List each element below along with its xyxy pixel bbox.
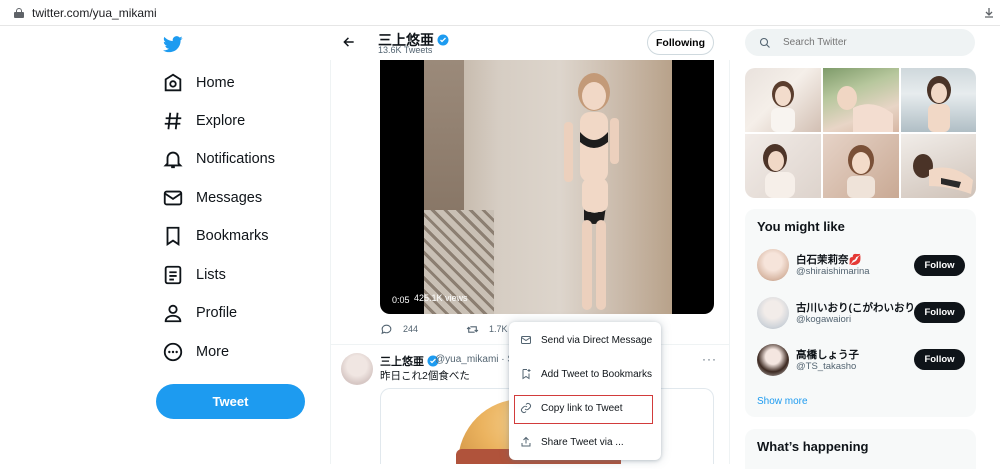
media-thumbnail[interactable] [901, 68, 976, 132]
reply-icon [381, 324, 392, 334]
hashtag-icon [164, 112, 182, 130]
video-view-count: 425.1K views [414, 293, 468, 303]
tweet-text: 昨日これ2個食べた [380, 370, 470, 382]
nav-explore-label: Explore [196, 113, 246, 129]
reply-count: 244 [403, 324, 419, 334]
avatar[interactable] [757, 297, 789, 329]
nav-lists-label: Lists [196, 267, 226, 283]
bookmark-add-icon [522, 369, 531, 380]
nav-messages-label: Messages [196, 190, 263, 206]
nav-profile-label: Profile [196, 305, 238, 321]
nav-home-label: Home [196, 75, 235, 91]
person-icon [164, 304, 182, 323]
verified-badge-icon [437, 34, 449, 46]
reply-action[interactable]: 244 [380, 322, 418, 336]
more-options-icon[interactable]: ··· [702, 352, 717, 366]
tweet-author-handle[interactable]: @yua_mikami · S [435, 354, 514, 365]
share-context-menu: Send via Direct Message Add Tweet to Boo… [509, 322, 661, 460]
lock-icon [14, 7, 24, 18]
who-to-follow-title: You might like [757, 219, 845, 234]
suggest-user-handle[interactable]: @kogawaiori [796, 314, 851, 325]
nav-more-label: More [196, 344, 230, 360]
show-more-link[interactable]: Show more [757, 396, 808, 407]
nav-notifications[interactable]: Notifications [160, 144, 275, 174]
avatar[interactable] [757, 344, 789, 376]
download-icon[interactable] [984, 7, 994, 19]
following-button[interactable]: Following [647, 30, 714, 55]
search-bar[interactable] [745, 29, 975, 56]
more-circle-icon [163, 342, 183, 362]
follow-button[interactable]: Follow [914, 255, 965, 276]
home-icon [164, 73, 182, 92]
search-icon [759, 37, 770, 48]
nav-messages[interactable]: Messages [160, 183, 262, 213]
video-frame [424, 60, 672, 314]
nav-more[interactable]: More [160, 337, 229, 367]
media-thumbnail[interactable] [745, 134, 821, 198]
menu-share-via-label: Share Tweet via ... [541, 436, 624, 448]
video-subject-image [564, 73, 619, 310]
whats-happening-title: What’s happening [757, 439, 869, 454]
nav-explore[interactable]: Explore [160, 106, 245, 136]
twitter-bird-icon[interactable] [163, 36, 183, 53]
nav-lists[interactable]: Lists [160, 260, 226, 290]
media-thumbnail[interactable] [823, 68, 899, 132]
bookmark-icon [166, 226, 180, 246]
menu-send-dm-label: Send via Direct Message [541, 334, 653, 346]
retweet-action[interactable]: 1.7K [466, 322, 508, 336]
suggest-user-name[interactable]: 古川いおり(こがわいおり [796, 300, 915, 315]
menu-share-via[interactable]: Share Tweet via ... [509, 425, 661, 459]
avatar[interactable] [757, 249, 789, 281]
suggest-user-name[interactable]: 白石茉莉奈💋 [796, 252, 862, 267]
share-icon [521, 436, 531, 447]
follow-button[interactable]: Follow [914, 302, 965, 323]
suggest-user-name[interactable]: 高橋しょう子 [796, 347, 859, 362]
media-thumbnail[interactable] [823, 134, 899, 198]
tweet-button[interactable]: Tweet [156, 384, 305, 419]
tweet-author-name[interactable]: 三上悠亜 [380, 353, 439, 369]
media-grid [745, 68, 976, 198]
envelope-icon [163, 190, 183, 206]
nav-profile[interactable]: Profile [160, 298, 237, 328]
nav-bookmarks[interactable]: Bookmarks [160, 221, 269, 251]
search-input[interactable] [783, 37, 953, 48]
tweet-count: 13.6K Tweets [378, 45, 433, 55]
nav-bookmarks-label: Bookmarks [196, 228, 269, 244]
browser-address-bar[interactable]: twitter.com/yua_mikami [0, 0, 1000, 26]
media-thumbnail[interactable] [901, 134, 976, 198]
menu-add-bookmark[interactable]: Add Tweet to Bookmarks [509, 357, 661, 391]
follow-button[interactable]: Follow [914, 349, 965, 370]
retweet-count: 1.7K [489, 324, 508, 334]
video-player[interactable] [380, 60, 714, 314]
highlight-annotation-box [514, 395, 653, 424]
nav-notifications-label: Notifications [196, 151, 275, 167]
tweet-author-name-text: 三上悠亜 [380, 356, 424, 368]
suggest-user-handle[interactable]: @TS_takasho [796, 361, 856, 372]
retweet-icon [466, 325, 479, 333]
bell-icon [163, 151, 183, 169]
back-arrow-icon[interactable] [342, 35, 358, 51]
menu-send-dm[interactable]: Send via Direct Message [509, 323, 661, 357]
url-text[interactable]: twitter.com/yua_mikami [32, 6, 157, 20]
avatar[interactable] [341, 353, 373, 385]
nav-home[interactable]: Home [160, 68, 235, 98]
video-timestamp: 0:05 [388, 293, 414, 307]
media-thumbnail[interactable] [745, 68, 821, 132]
menu-add-bookmark-label: Add Tweet to Bookmarks [541, 368, 652, 380]
list-icon [164, 265, 182, 285]
envelope-icon [521, 336, 531, 344]
suggest-user-handle[interactable]: @shiraishimarina [796, 266, 870, 277]
